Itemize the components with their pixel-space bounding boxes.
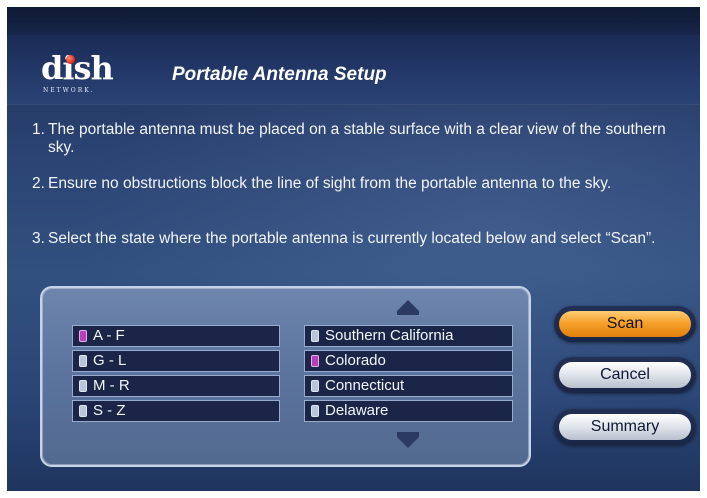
range-item-g-l[interactable]: G - L xyxy=(72,350,280,372)
range-label: A - F xyxy=(93,327,125,344)
range-label: G - L xyxy=(93,352,127,369)
instruction-text: Select the state where the portable ante… xyxy=(48,230,656,247)
state-item-connecticut[interactable]: Connecticut xyxy=(304,375,513,397)
summary-button[interactable]: Summary xyxy=(554,409,696,445)
state-label: Connecticut xyxy=(325,377,405,394)
instruction-1: 1. The portable antenna must be placed o… xyxy=(32,121,687,161)
top-bar xyxy=(7,7,700,35)
range-item-a-f[interactable]: A - F xyxy=(72,325,280,347)
checkbox-icon xyxy=(79,405,87,417)
scroll-up-arrow-icon[interactable] xyxy=(397,300,419,311)
tv-screen: dish NETWORK. Portable Antenna Setup 1. … xyxy=(7,7,700,491)
state-item-colorado[interactable]: Colorado xyxy=(304,350,513,372)
range-item-s-z[interactable]: S - Z xyxy=(72,400,280,422)
checkbox-icon xyxy=(79,380,87,392)
checkbox-icon xyxy=(311,405,319,417)
instruction-number: 3. xyxy=(32,230,45,247)
checkbox-icon xyxy=(311,330,319,342)
instruction-2: 2. Ensure no obstructions block the line… xyxy=(32,175,687,215)
scroll-up-arrow-base xyxy=(397,311,419,315)
checkbox-icon xyxy=(79,330,87,342)
logo-red-dot-icon xyxy=(66,55,75,64)
logo-word: dish xyxy=(41,49,114,87)
page-title: Portable Antenna Setup xyxy=(172,64,387,85)
checkbox-icon xyxy=(79,355,87,367)
state-label: Colorado xyxy=(325,352,386,369)
summary-button-label: Summary xyxy=(559,414,691,440)
range-item-m-r[interactable]: M - R xyxy=(72,375,280,397)
state-label: Southern California xyxy=(325,327,454,344)
range-label: S - Z xyxy=(93,402,126,419)
checkbox-icon xyxy=(311,355,319,367)
logo-subtitle: NETWORK. xyxy=(43,87,95,94)
range-label: M - R xyxy=(93,377,130,394)
state-item-southern-california[interactable]: Southern California xyxy=(304,325,513,347)
instruction-number: 1. xyxy=(32,121,45,138)
checkbox-icon xyxy=(311,380,319,392)
dish-network-logo: dish NETWORK. xyxy=(37,49,127,103)
cancel-button[interactable]: Cancel xyxy=(554,357,696,393)
instruction-number: 2. xyxy=(32,175,45,192)
state-item-delaware[interactable]: Delaware xyxy=(304,400,513,422)
scan-button[interactable]: Scan xyxy=(554,306,696,342)
cancel-button-label: Cancel xyxy=(559,362,691,388)
state-list: Southern California Colorado Connecticut… xyxy=(304,325,513,425)
instruction-3: 3. Select the state where the portable a… xyxy=(32,230,687,270)
scan-button-label: Scan xyxy=(559,311,691,337)
instruction-text: The portable antenna must be placed on a… xyxy=(48,121,666,156)
state-label: Delaware xyxy=(325,402,389,419)
alphabet-range-list: A - F G - L M - R S - Z xyxy=(72,325,280,425)
scroll-down-arrow-icon[interactable] xyxy=(397,437,419,448)
state-selection-panel: A - F G - L M - R S - Z Southern Califor… xyxy=(40,286,531,467)
instruction-text: Ensure no obstructions block the line of… xyxy=(48,175,612,192)
